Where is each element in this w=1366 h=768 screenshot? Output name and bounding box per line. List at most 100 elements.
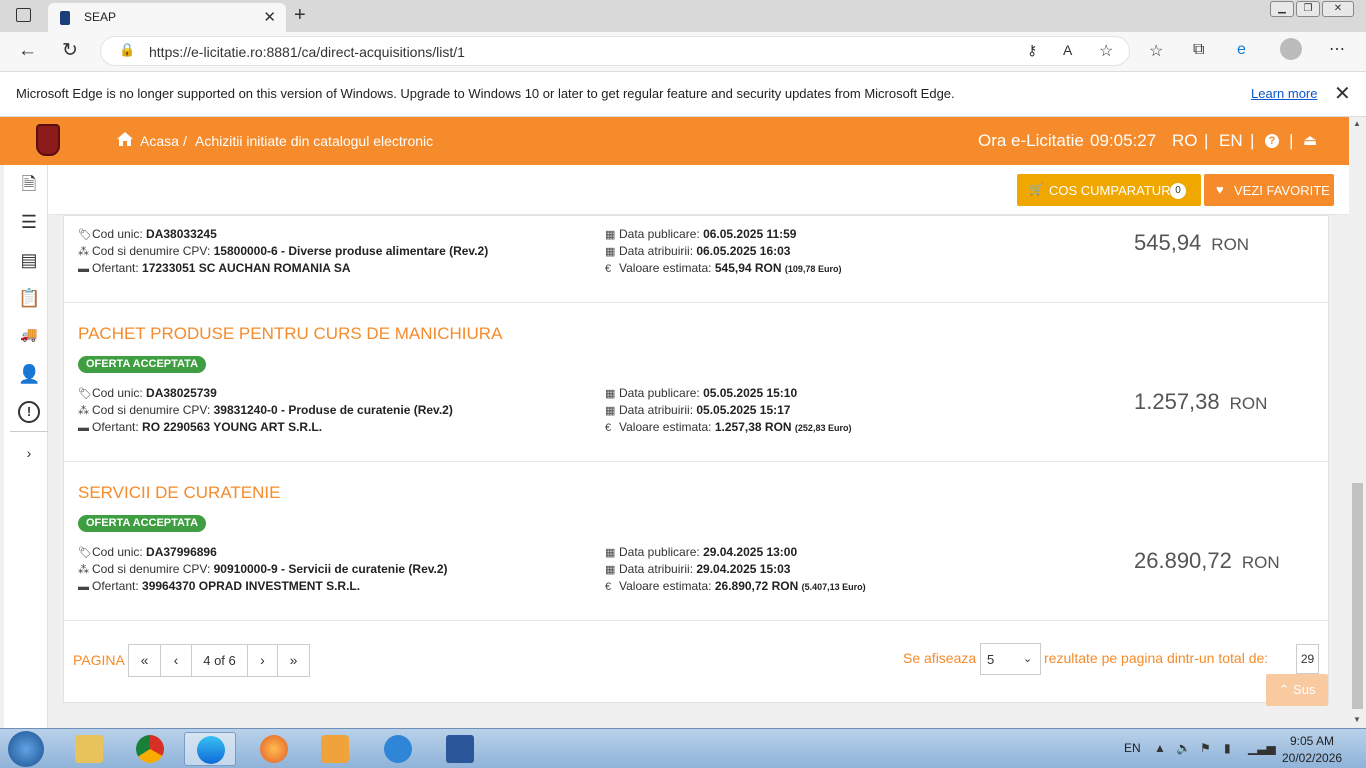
price-value: 545,94 — [1134, 230, 1202, 255]
cpv-value: 39831240-0 - Produse de curatenie (Rev.2… — [213, 403, 453, 417]
browser-tab[interactable]: SEAP ✕ — [48, 3, 286, 32]
user-icon[interactable]: 👤 — [18, 363, 40, 385]
atribuire-row: ▦ Data atribuirii: 29.04.2025 15:03 — [605, 562, 790, 576]
alert-icon[interactable]: ! — [18, 401, 40, 423]
read-aloud-icon[interactable]: A — [1063, 42, 1072, 58]
first-page-button[interactable]: « — [128, 644, 161, 677]
menu-icon[interactable]: ⋯ — [1329, 39, 1345, 59]
edge-icon[interactable]: e — [1237, 41, 1246, 59]
learn-more-link[interactable]: Learn more — [1251, 86, 1317, 101]
prev-page-button[interactable]: ‹ — [160, 644, 192, 677]
page-size-suffix: rezultate pe pagina dintr-un total de: — [1044, 650, 1269, 666]
item-title-link[interactable]: SERVICII DE CURATENIE — [78, 483, 280, 503]
publicare-row: ▦ Data publicare: 06.05.2025 11:59 — [605, 227, 796, 241]
list-icon[interactable]: ☰ — [18, 211, 40, 233]
cod-unic-label: Cod unic: — [92, 227, 143, 241]
close-window-icon[interactable]: ✕ — [1322, 1, 1354, 17]
volume-icon[interactable]: 🔈 — [1176, 741, 1191, 755]
publicare-row: ▦ Data publicare: 29.04.2025 13:00 — [605, 545, 797, 559]
item-title-link[interactable]: PACHET PRODUSE PENTRU CURS DE MANICHIURA — [78, 324, 502, 344]
cpv-value: 15800000-6 - Diverse produse alimentare … — [213, 244, 489, 258]
taskbar-word[interactable] — [434, 732, 486, 766]
close-tab-icon[interactable]: ✕ — [263, 8, 276, 26]
taskbar-firefox[interactable] — [248, 732, 300, 766]
key-icon[interactable]: ⚷ — [1027, 42, 1037, 59]
favorites-icon[interactable]: ☆ — [1149, 41, 1163, 61]
taskbar-media[interactable] — [309, 732, 361, 766]
new-tab-icon[interactable]: + — [294, 4, 306, 27]
help-icon[interactable]: ? — [1265, 134, 1279, 148]
heart-icon: ♥ — [1216, 182, 1224, 197]
breadcrumb-home[interactable]: Acasa — [140, 133, 179, 149]
network-icon[interactable]: ▁▃▅ — [1248, 741, 1276, 755]
valoare-row: € Valoare estimata: 545,94 RON (109,78 Eu… — [605, 261, 842, 275]
publicare-value: 05.05.2025 15:10 — [703, 386, 798, 400]
restore-icon[interactable]: ❐ — [1296, 1, 1320, 17]
edge-icon — [197, 736, 225, 764]
price-currency: RON — [1229, 394, 1268, 413]
taskbar-edge[interactable] — [184, 732, 236, 766]
profile-icon[interactable] — [1280, 38, 1302, 60]
last-page-button[interactable]: » — [277, 644, 310, 677]
favorites-button[interactable]: ♥ VEZI FAVORITE — [1204, 174, 1334, 206]
cpv-label: Cod si denumire CPV: — [92, 562, 211, 576]
cart-button[interactable]: 🛒 COS CUMPARATURI 0 — [1017, 174, 1201, 206]
tray-expand-icon[interactable]: ▲ — [1154, 741, 1166, 755]
refresh-icon[interactable]: ↻ — [62, 39, 78, 62]
valoare-row: € Valoare estimata: 1.257,38 RON (252,83 … — [605, 420, 852, 434]
add-favorite-icon[interactable]: ☆ — [1099, 41, 1113, 61]
clock-date[interactable]: 20/02/2026 — [1282, 751, 1342, 765]
address-bar: ← ↻ 🔒 https://e-licitatie.ro:8881/ca/dir… — [0, 32, 1366, 72]
divider: | — [1289, 131, 1294, 150]
taskbar-ie[interactable] — [372, 732, 424, 766]
truck-icon[interactable]: 🚚 — [18, 323, 40, 345]
expand-chevron-icon[interactable]: › — [18, 442, 40, 464]
lang-en-link[interactable]: EN — [1219, 131, 1243, 151]
minimize-icon[interactable]: ▁ — [1270, 1, 1294, 17]
price-currency: RON — [1211, 235, 1250, 254]
taskbar: EN ▲ 🔈 ⚑ ▮ ▁▃▅ 9:05 AM 20/02/2026 — [0, 728, 1366, 768]
cards-icon[interactable]: ▤ — [18, 249, 40, 271]
site-content: Acasa / Achizitii initiate din catalogul… — [0, 117, 1349, 728]
valoare-value: 1.257,38 — [714, 420, 762, 434]
euro-value: 109,78 — [787, 264, 816, 274]
calendar-icon: ▦ — [605, 547, 616, 559]
cod-unic-row: 🏷Cod unic: DA38025739 — [78, 386, 217, 400]
url-text[interactable]: https://e-licitatie.ro:8881/ca/direct-ac… — [149, 44, 465, 60]
publicare-label: Data publicare: — [619, 386, 700, 400]
firefox-icon — [260, 735, 288, 763]
ofertant-row: ▬ Ofertant: RO 2290563 YOUNG ART S.R.L. — [78, 420, 322, 434]
home-icon[interactable] — [116, 131, 134, 147]
close-notice-icon[interactable]: ✕ — [1334, 81, 1351, 106]
calendar-icon: ▦ — [605, 405, 616, 417]
scroll-thumb[interactable] — [1352, 483, 1363, 709]
scroll-down-icon[interactable]: ▼ — [1353, 715, 1361, 724]
page-size-select[interactable]: 5 ⌄ — [980, 643, 1041, 675]
back-to-top-button[interactable]: ⌃ Sus — [1266, 674, 1328, 706]
valoare-label: Valoare estimata: — [619, 420, 712, 434]
clipboard-check-icon[interactable]: 📋 — [18, 287, 40, 309]
scroll-up-icon[interactable]: ▲ — [1353, 119, 1361, 128]
taskbar-chrome[interactable] — [124, 732, 176, 766]
ofertant-label: Ofertant: — [92, 579, 139, 593]
taskbar-explorer[interactable] — [63, 732, 115, 766]
tab-actions-icon[interactable] — [16, 8, 31, 22]
chrome-icon — [136, 735, 164, 763]
lang-ro-link[interactable]: RO — [1172, 131, 1198, 151]
collections-icon[interactable]: ⧉ — [1193, 41, 1204, 59]
back-icon[interactable]: ← — [18, 40, 37, 62]
start-button[interactable] — [8, 731, 44, 767]
document-icon[interactable]: 🗎 — [18, 173, 40, 195]
battery-icon[interactable]: ▮ — [1224, 741, 1231, 755]
url-field[interactable]: 🔒 https://e-licitatie.ro:8881/ca/direct-… — [100, 36, 1130, 66]
clock-time[interactable]: 9:05 AM — [1290, 734, 1334, 748]
lock-icon[interactable]: 🔒 — [119, 42, 135, 58]
next-page-button[interactable]: › — [247, 644, 278, 677]
page-scrollbar[interactable]: ▲ ▼ — [1349, 117, 1366, 728]
site-logo[interactable] — [36, 124, 60, 156]
logout-icon[interactable]: ⏏ — [1303, 131, 1317, 149]
flag-icon[interactable]: ⚑ — [1200, 741, 1211, 755]
cpv-row: ⁂ Cod si denumire CPV: 39831240-0 - Produ… — [78, 403, 453, 417]
language-indicator[interactable]: EN — [1124, 741, 1141, 755]
media-player-icon — [321, 735, 349, 763]
